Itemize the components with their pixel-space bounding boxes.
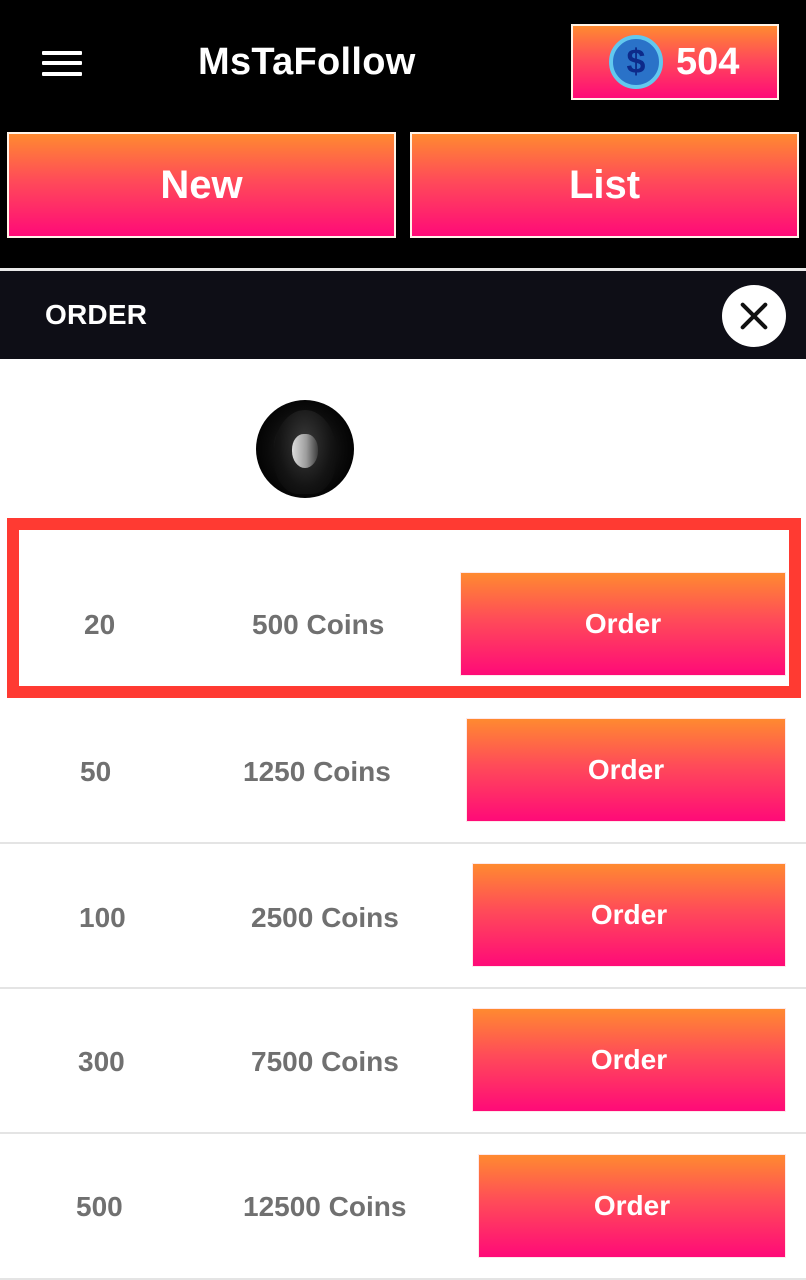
package-quantity: 300 xyxy=(78,1046,125,1077)
order-button[interactable]: Order xyxy=(478,1154,786,1258)
package-quantity: 20 xyxy=(84,609,116,640)
new-button[interactable]: New xyxy=(7,132,396,238)
close-icon[interactable] xyxy=(722,285,786,347)
order-button[interactable]: Order xyxy=(460,572,786,676)
hamburger-menu-icon[interactable] xyxy=(40,40,84,76)
app-title: MsTaFollow xyxy=(198,41,416,83)
package-quantity: 50 xyxy=(80,756,112,787)
order-button[interactable]: Order xyxy=(472,1008,786,1112)
profile-avatar xyxy=(256,400,354,498)
order-button[interactable]: Order xyxy=(466,718,786,822)
coin-balance: 504 xyxy=(676,40,740,83)
package-quantity: 100 xyxy=(79,902,126,933)
menu-line xyxy=(42,51,82,55)
package-price: 12500 Coins xyxy=(243,1191,407,1222)
avatar-mask xyxy=(292,434,318,468)
dollar-coin-icon: $ xyxy=(609,35,663,89)
package-row: 500 12500 Coins Order xyxy=(0,1134,806,1280)
package-price: 1250 Coins xyxy=(243,756,391,787)
package-row: 300 7500 Coins Order xyxy=(0,989,806,1134)
package-price: 500 Coins xyxy=(252,609,385,640)
order-button[interactable]: Order xyxy=(472,863,786,967)
menu-line xyxy=(42,72,82,76)
order-panel-title: ORDER xyxy=(45,299,148,330)
list-button[interactable]: List xyxy=(410,132,799,238)
app-bar: MsTaFollow $ 504 New List xyxy=(0,0,806,268)
package-row: 20 500 Coins Order xyxy=(0,520,806,698)
coin-balance-badge[interactable]: $ 504 xyxy=(571,24,779,100)
package-row: 100 2500 Coins Order xyxy=(0,844,806,989)
menu-line xyxy=(42,61,82,65)
package-quantity: 500 xyxy=(76,1191,123,1222)
order-panel-header: ORDER xyxy=(0,271,806,359)
package-price: 2500 Coins xyxy=(251,902,399,933)
package-row: 50 1250 Coins Order xyxy=(0,698,806,844)
package-price: 7500 Coins xyxy=(251,1046,399,1077)
